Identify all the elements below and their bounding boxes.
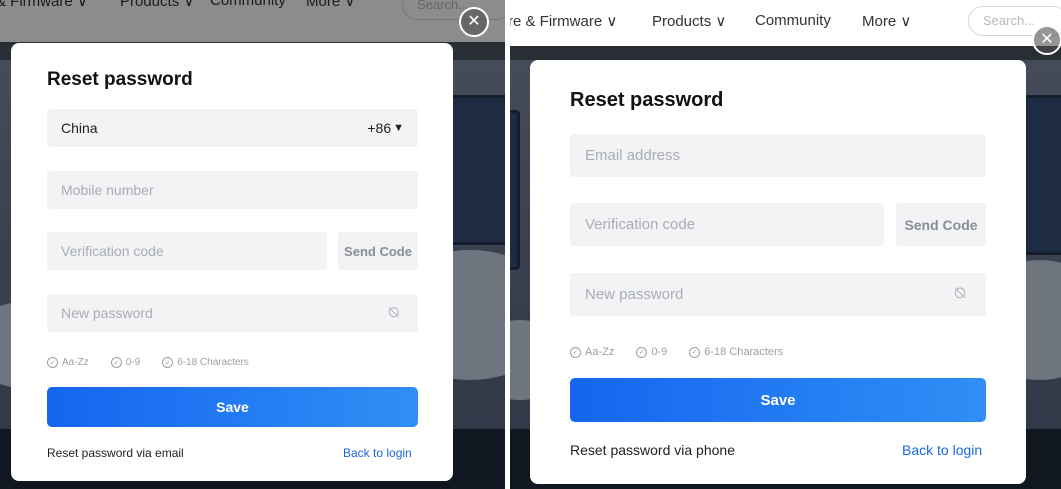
rule-length: ✓ 6-18 Characters (689, 346, 783, 358)
back-to-login-link[interactable]: Back to login (343, 446, 412, 460)
rule-letters: ✓ Aa-Zz (47, 357, 89, 368)
rule-digits: ✓ 0-9 (110, 357, 140, 368)
new-password-placeholder: New password (61, 305, 153, 321)
back-to-login-link[interactable]: Back to login (902, 442, 982, 458)
rule-letters: ✓ Aa-Zz (570, 346, 614, 358)
country-select[interactable]: China +86 ▼ (47, 109, 418, 147)
check-circle-icon: ✓ (110, 357, 122, 368)
top-navigation: re & Firmware ∨ Products ∨ Community Mor… (510, 0, 1061, 46)
reset-password-dialog: Reset password China +86 ▼ Mobile number… (11, 43, 453, 481)
nav-more[interactable]: More ∨ (862, 12, 911, 30)
eye-off-icon[interactable]: ⦰ (388, 304, 399, 321)
verification-code-input[interactable]: Verification code (47, 232, 327, 270)
rule-length: ✓ 6-18 Characters (162, 357, 249, 368)
save-button[interactable]: Save (570, 378, 986, 422)
nav-community[interactable]: Community (755, 12, 831, 29)
new-password-input[interactable]: New password (47, 294, 418, 332)
send-code-button[interactable]: Send Code (338, 232, 418, 270)
nav-products[interactable]: Products ∨ (652, 12, 726, 30)
email-address-input[interactable]: Email address (570, 134, 986, 177)
new-password-placeholder: New password (585, 286, 684, 303)
password-rules: ✓ Aa-Zz ✓ 0-9 ✓ 6-18 Characters (570, 346, 783, 358)
check-circle-icon: ✓ (570, 346, 581, 358)
save-button[interactable]: Save (47, 387, 418, 427)
phone-reset-screenshot: & Firmware ∨ Products ∨ Community More ∨… (0, 0, 505, 489)
password-rules: ✓ Aa-Zz ✓ 0-9 ✓ 6-18 Characters (47, 357, 249, 368)
close-icon[interactable]: ✕ (459, 7, 489, 37)
reset-via-phone-link[interactable]: Reset password via phone (570, 442, 735, 458)
send-code-button[interactable]: Send Code (896, 203, 986, 246)
nav-firmware[interactable]: re & Firmware ∨ (510, 12, 617, 30)
email-address-placeholder: Email address (585, 147, 681, 164)
check-circle-icon: ✓ (47, 357, 58, 368)
verification-code-placeholder: Verification code (61, 243, 164, 259)
verification-code-input[interactable]: Verification code (570, 203, 884, 246)
reset-password-dialog: Reset password Email address Verificatio… (530, 60, 1026, 484)
mobile-number-placeholder: Mobile number (61, 182, 154, 198)
chevron-down-icon: ▼ (393, 122, 404, 134)
check-circle-icon: ✓ (636, 346, 648, 358)
dialog-title: Reset password (47, 69, 193, 90)
check-circle-icon: ✓ (162, 357, 174, 368)
email-reset-screenshot: re & Firmware ∨ Products ∨ Community Mor… (510, 0, 1061, 489)
country-code: +86 (367, 120, 392, 136)
reset-via-email-link[interactable]: Reset password via email (47, 446, 184, 460)
new-password-input[interactable]: New password (570, 273, 986, 316)
dialog-title: Reset password (570, 89, 724, 111)
verification-code-placeholder: Verification code (585, 216, 696, 233)
close-icon[interactable]: ✕ (1032, 25, 1061, 55)
check-circle-icon: ✓ (689, 346, 701, 358)
rule-digits: ✓ 0-9 (636, 346, 667, 358)
country-name: China (61, 120, 98, 136)
eye-off-icon[interactable]: ⦰ (954, 285, 966, 302)
mobile-number-input[interactable]: Mobile number (47, 171, 418, 209)
